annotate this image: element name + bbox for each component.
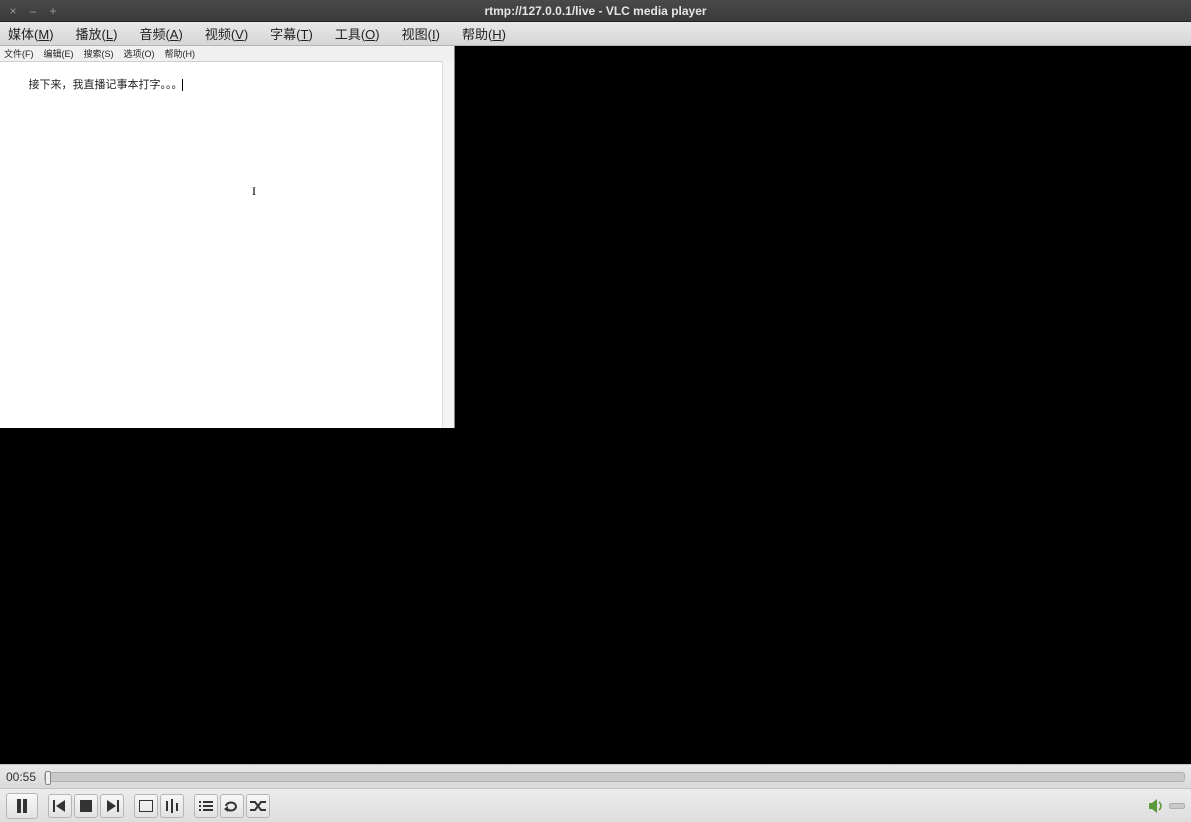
- seek-handle[interactable]: [45, 771, 51, 785]
- video-output[interactable]: 文件(F) 编辑(E) 搜索(S) 选项(O) 帮助(H) 接下来，我直播记事本…: [0, 46, 1191, 764]
- pause-button[interactable]: [6, 793, 38, 819]
- menu-playback[interactable]: 播放(L): [76, 24, 118, 43]
- close-window-button[interactable]: ×: [8, 4, 18, 18]
- vlc-menubar: 媒体(M) 播放(L) 音频(A) 视频(V) 字幕(T) 工具(O) 视图(I…: [0, 22, 1191, 46]
- seek-bar-row: 00:55: [0, 764, 1191, 788]
- menu-subtitle[interactable]: 字幕(T): [270, 24, 313, 43]
- notepad-window: 文件(F) 编辑(E) 搜索(S) 选项(O) 帮助(H) 接下来，我直播记事本…: [0, 46, 455, 428]
- maximize-window-button[interactable]: +: [48, 4, 58, 18]
- next-button[interactable]: [100, 794, 124, 818]
- stop-icon: [80, 800, 92, 812]
- menu-tools[interactable]: 工具(O): [335, 24, 380, 43]
- stop-button[interactable]: [74, 794, 98, 818]
- playlist-button[interactable]: [194, 794, 218, 818]
- ibeam-cursor-icon: I: [252, 184, 256, 199]
- menu-view[interactable]: 视图(I): [402, 24, 440, 43]
- extended-settings-button[interactable]: [160, 794, 184, 818]
- notepad-menu-file[interactable]: 文件(F): [4, 47, 34, 60]
- window-title: rtmp://127.0.0.1/live - VLC media player: [0, 4, 1191, 18]
- notepad-menu-search[interactable]: 搜索(S): [84, 47, 114, 60]
- vlc-window: × – + rtmp://127.0.0.1/live - VLC media …: [0, 0, 1191, 822]
- notepad-menu-help[interactable]: 帮助(H): [165, 47, 196, 60]
- text-caret: [182, 79, 183, 91]
- speaker-icon: [1149, 799, 1165, 813]
- minimize-window-button[interactable]: –: [28, 4, 38, 18]
- notepad-text: 接下来，我直播记事本打字。。。: [28, 79, 182, 91]
- shuffle-icon: [250, 800, 266, 812]
- notepad-menubar: 文件(F) 编辑(E) 搜索(S) 选项(O) 帮助(H): [0, 46, 454, 61]
- window-titlebar[interactable]: × – + rtmp://127.0.0.1/live - VLC media …: [0, 0, 1191, 22]
- menu-video[interactable]: 视频(V): [205, 24, 248, 43]
- volume-button[interactable]: [1149, 799, 1165, 813]
- fullscreen-button[interactable]: [134, 794, 158, 818]
- playback-controls: [0, 788, 1191, 822]
- window-buttons: × – +: [0, 4, 66, 18]
- menu-media[interactable]: 媒体(M): [8, 24, 54, 43]
- seek-slider[interactable]: [44, 772, 1185, 782]
- skip-next-icon: [105, 800, 119, 812]
- notepad-menu-options[interactable]: 选项(O): [124, 47, 155, 60]
- menu-help[interactable]: 帮助(H): [462, 24, 506, 43]
- playlist-icon: [199, 800, 213, 812]
- loop-button[interactable]: [220, 794, 244, 818]
- notepad-textarea[interactable]: 接下来，我直播记事本打字。。。 I: [0, 61, 454, 428]
- loop-icon: [224, 800, 240, 812]
- skip-previous-icon: [53, 800, 67, 812]
- fullscreen-icon: [139, 800, 153, 812]
- volume-slider[interactable]: [1169, 803, 1185, 809]
- notepad-scrollbar[interactable]: [442, 61, 454, 428]
- equalizer-icon: [165, 799, 179, 813]
- previous-button[interactable]: [48, 794, 72, 818]
- elapsed-time: 00:55: [6, 770, 36, 784]
- shuffle-button[interactable]: [246, 794, 270, 818]
- menu-audio[interactable]: 音频(A): [139, 24, 182, 43]
- pause-icon: [16, 799, 28, 813]
- notepad-menu-edit[interactable]: 编辑(E): [44, 47, 74, 60]
